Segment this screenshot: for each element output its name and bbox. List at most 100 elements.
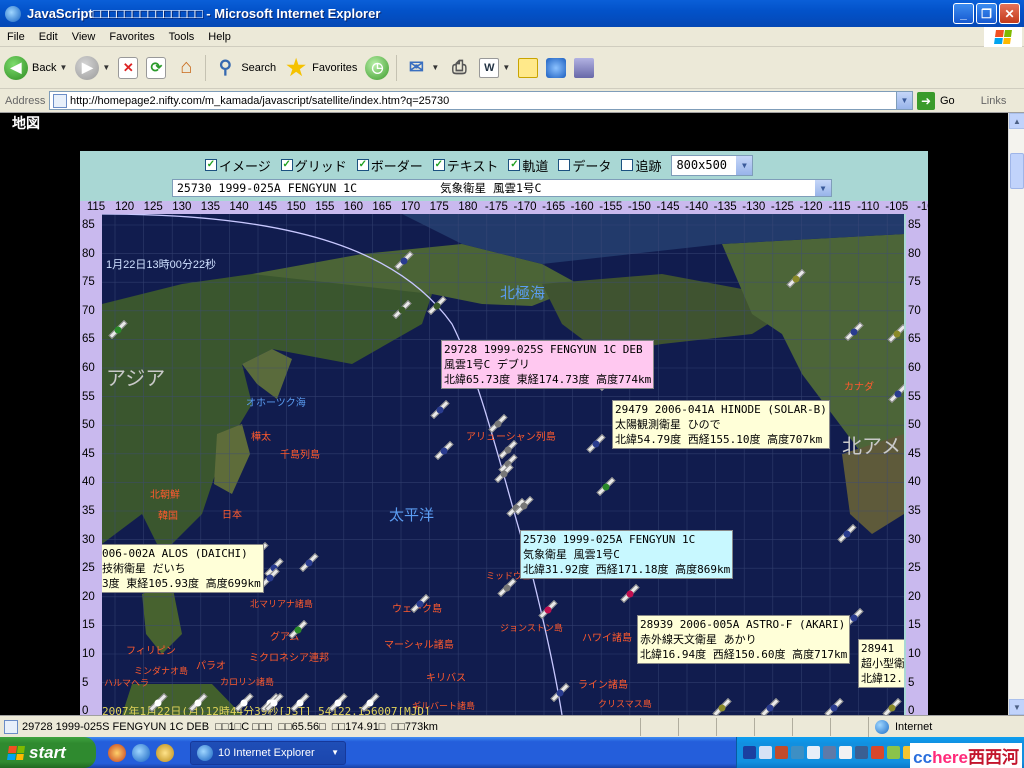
edit-button[interactable]: W ▼ [475, 50, 514, 86]
infobox-fengyun-1c[interactable]: 25730 1999-025A FENGYUN 1C 気象衛星 風雲1号C 北緯… [520, 530, 734, 579]
satellite-marker[interactable] [626, 590, 634, 598]
satellite-marker[interactable] [843, 530, 851, 538]
satellite-marker[interactable] [334, 699, 342, 707]
satellite-marker[interactable] [850, 614, 858, 622]
satellite-marker[interactable] [270, 699, 278, 707]
research-button[interactable] [570, 50, 598, 86]
links-button[interactable]: Links [981, 95, 1007, 107]
satellite-marker[interactable] [500, 470, 508, 478]
history-button[interactable]: ◷ [361, 50, 393, 86]
mail-button[interactable]: ✉ ▼ [400, 50, 443, 86]
satellite-marker[interactable] [894, 390, 902, 398]
tray-monitor-icon[interactable] [743, 746, 756, 759]
menu-view[interactable]: View [65, 31, 103, 43]
text-checkbox[interactable]: ✓ [432, 159, 445, 171]
refresh-button[interactable]: ⟳ [142, 50, 170, 86]
satellite-marker[interactable] [114, 326, 122, 334]
tray-icon[interactable] [823, 746, 836, 759]
quicklaunch-show-desktop-icon[interactable] [156, 743, 174, 762]
satellite-marker[interactable] [433, 302, 441, 310]
satellite-marker[interactable] [766, 704, 774, 712]
quicklaunch-ie-icon[interactable] [132, 743, 150, 762]
satellite-marker[interactable] [556, 689, 564, 697]
restore-button[interactable]: ❐ [976, 3, 997, 24]
satellite-marker[interactable] [366, 699, 374, 707]
option-border[interactable]: ✓ ボーダー [356, 156, 423, 175]
satellite-marker[interactable] [194, 699, 202, 707]
orbit-checkbox[interactable]: ✓ [508, 159, 521, 171]
option-grid[interactable]: ✓ グリッド [280, 156, 347, 175]
tray-icon[interactable] [759, 746, 772, 759]
tray-icon[interactable] [871, 746, 884, 759]
satellite-marker[interactable] [240, 699, 248, 707]
satellite-marker[interactable] [440, 447, 448, 455]
discuss-button[interactable] [514, 50, 542, 86]
satellite-marker[interactable] [602, 483, 610, 491]
track-checkbox[interactable] [621, 159, 634, 171]
tray-icon[interactable] [839, 746, 852, 759]
tray-icon[interactable] [855, 746, 868, 759]
satellite-marker[interactable] [504, 446, 512, 454]
satellite-marker[interactable] [436, 406, 444, 414]
back-button[interactable]: ◀ Back ▼ [0, 50, 71, 86]
taskbar-ie-group[interactable]: 10 Internet Explorer ▼ [190, 740, 346, 765]
satellite-marker[interactable] [400, 257, 408, 265]
infobox-hinode[interactable]: 29479 2006-041A HINODE (SOLAR-B) 太陽観測衛星 … [612, 400, 830, 449]
vertical-scrollbar[interactable]: ▲ ▼ [1008, 113, 1024, 715]
satellite-marker[interactable] [888, 704, 896, 712]
satellite-marker[interactable] [296, 699, 304, 707]
search-button[interactable]: ⚲ Search [209, 50, 280, 86]
address-url[interactable]: http://homepage2.nifty.com/m_kamada/java… [70, 95, 449, 107]
satellite-marker[interactable] [266, 574, 274, 582]
satellite-marker[interactable] [850, 328, 858, 336]
address-dropdown-icon[interactable]: ▼ [896, 92, 912, 109]
satellite-marker[interactable] [398, 306, 406, 314]
menu-file[interactable]: File [0, 31, 32, 43]
tray-icon[interactable] [775, 746, 788, 759]
tray-icon[interactable] [887, 746, 900, 759]
messenger-button[interactable] [542, 50, 570, 86]
option-image[interactable]: ✓ イメージ [205, 156, 271, 175]
image-checkbox[interactable]: ✓ [205, 159, 217, 171]
satellite-marker[interactable] [154, 699, 162, 707]
infobox-28941[interactable]: 28941 超小型衛 北緯12. [858, 639, 904, 688]
satellite-marker[interactable] [830, 704, 838, 712]
size-select[interactable]: 800x500 ▼ [671, 154, 754, 176]
satellite-select[interactable]: 25730 1999-025A FENGYUN 1C 気象衛星 風雲1号C ▼ [172, 179, 832, 197]
option-orbit[interactable]: ✓ 軌道 [508, 156, 548, 175]
satellite-marker[interactable] [494, 420, 502, 428]
scroll-thumb[interactable] [1010, 153, 1024, 189]
option-data[interactable]: データ [558, 156, 611, 175]
go-button[interactable]: ➜ Go [917, 91, 955, 110]
home-button[interactable]: ⌂ [170, 50, 202, 86]
tray-icon[interactable] [807, 746, 820, 759]
scroll-down-icon[interactable]: ▼ [1009, 699, 1024, 715]
satellite-dropdown-icon[interactable]: ▼ [815, 180, 831, 196]
address-input[interactable]: http://homepage2.nifty.com/m_kamada/java… [49, 91, 913, 110]
edit-dropdown-icon[interactable]: ▼ [502, 63, 510, 72]
satellite-marker[interactable] [416, 600, 424, 608]
close-button[interactable]: ✕ [999, 3, 1020, 24]
infobox-alos[interactable]: 006-002A ALOS (DAICHI) 技術衛星 だいち 3度 東経105… [102, 544, 264, 593]
option-text[interactable]: ✓ テキスト [432, 156, 498, 175]
menu-edit[interactable]: Edit [32, 31, 65, 43]
satellite-marker[interactable] [718, 704, 726, 712]
grid-checkbox[interactable]: ✓ [280, 159, 293, 171]
mail-dropdown-icon[interactable]: ▼ [431, 63, 439, 72]
satellite-marker[interactable] [503, 584, 511, 592]
satellite-marker[interactable] [792, 275, 800, 283]
world-map[interactable]: 1月22日13時00分22秒 北極海 アジア 太平洋 北アメ オホーツク海 樺太… [102, 214, 904, 715]
data-checkbox[interactable] [558, 159, 571, 171]
stop-button[interactable]: ✕ [114, 50, 142, 86]
start-button[interactable]: start [0, 737, 96, 768]
menu-favorites[interactable]: Favorites [102, 31, 161, 43]
size-dropdown-icon[interactable]: ▼ [736, 155, 753, 175]
menu-help[interactable]: Help [201, 31, 238, 43]
satellite-marker[interactable] [544, 606, 552, 614]
satellite-marker[interactable] [520, 502, 528, 510]
tray-icon[interactable] [791, 746, 804, 759]
scroll-up-icon[interactable]: ▲ [1009, 113, 1024, 129]
back-dropdown-icon[interactable]: ▼ [59, 63, 67, 72]
forward-button[interactable]: ▶ ▼ [71, 50, 114, 86]
forward-dropdown-icon[interactable]: ▼ [102, 63, 110, 72]
